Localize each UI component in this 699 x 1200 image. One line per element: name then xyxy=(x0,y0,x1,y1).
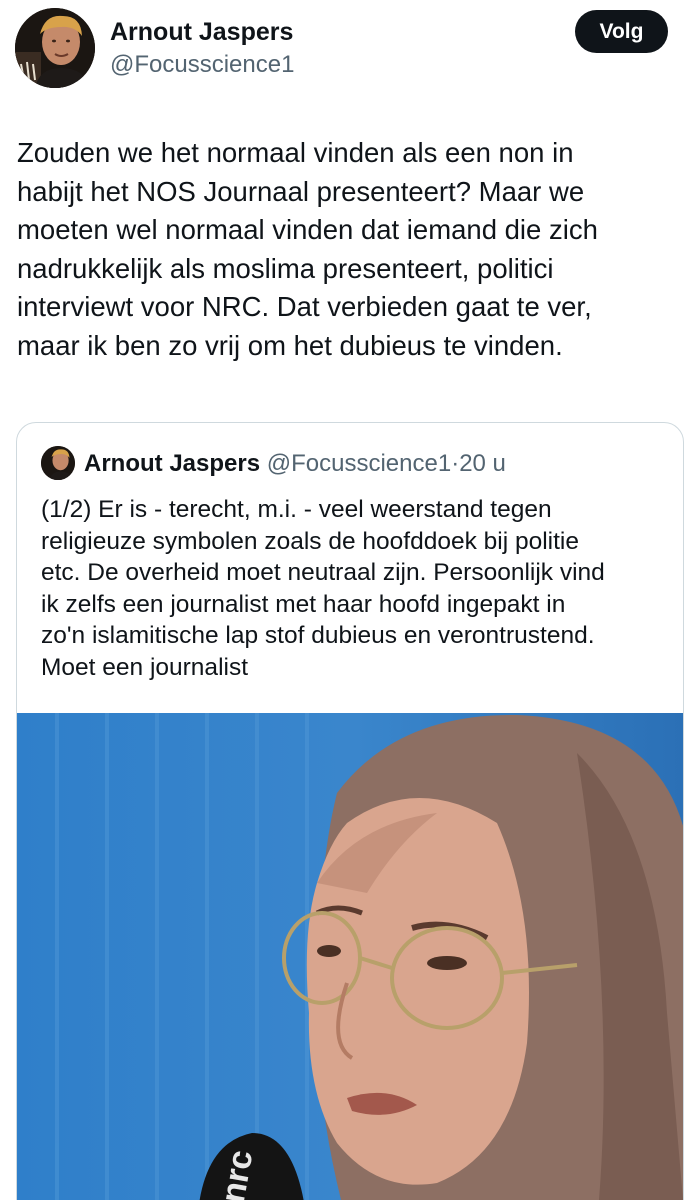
quoted-tweet-card[interactable]: Arnout Jaspers @Focusscience1·20 u (1/2)… xyxy=(16,422,684,1200)
quoted-line: religieuze symbolen zoals de hoofddoek b… xyxy=(41,527,579,555)
tweet-line: maar ik ben zo vrij om het dubieus te vi… xyxy=(17,329,563,361)
tweet-text: Zouden we het normaal vinden als een non… xyxy=(17,134,682,365)
quoted-tweet-header: Arnout Jaspers @Focusscience1·20 u xyxy=(84,449,506,479)
tweet-line: interviewt voor NRC. Dat verbieden gaat … xyxy=(17,291,592,322)
author-name[interactable]: Arnout Jaspers xyxy=(110,17,293,47)
quoted-line: zo'n islamitische lap stof dubieus en ve… xyxy=(41,622,595,650)
quoted-line: etc. De overheid moet neutraal zijn. Per… xyxy=(41,559,605,587)
quoted-line: ik zelfs een journalist met haar hoofd i… xyxy=(41,590,566,618)
author-handle[interactable]: @Focusscience1 xyxy=(110,51,294,79)
media-photo: nrc xyxy=(17,713,683,1200)
quoted-line: (1/2) Er is - terecht, m.i. - veel weers… xyxy=(41,496,552,523)
quoted-media-image[interactable]: nrc xyxy=(17,713,683,1200)
tweet-line: habijt het NOS Journaal presenteert? Maa… xyxy=(17,175,585,207)
author-avatar[interactable] xyxy=(15,8,95,88)
tweet-header: Arnout Jaspers @Focusscience1 Volg xyxy=(0,0,699,100)
quoted-tweet-text: (1/2) Er is - terecht, m.i. - veel weers… xyxy=(41,494,681,684)
quoted-avatar-photo xyxy=(41,446,75,480)
quoted-author-handle[interactable]: @Focusscience1 xyxy=(267,450,451,477)
follow-button[interactable]: Volg xyxy=(575,10,668,53)
tweet-line: nadrukkelijk als moslima presenteert, po… xyxy=(17,252,554,284)
quoted-timestamp[interactable]: 20 u xyxy=(459,450,506,477)
meta-separator: · xyxy=(451,450,460,477)
quoted-author-avatar[interactable] xyxy=(41,446,75,480)
quoted-line: Moet een journalist xyxy=(41,653,249,681)
tweet-line: Zouden we het normaal vinden als een non… xyxy=(17,137,574,168)
tweet-line: moeten wel normaal vinden dat iemand die… xyxy=(17,214,598,245)
avatar-photo xyxy=(15,8,95,88)
svg-text:nrc: nrc xyxy=(214,1147,261,1200)
quoted-author-name[interactable]: Arnout Jaspers xyxy=(84,450,260,477)
